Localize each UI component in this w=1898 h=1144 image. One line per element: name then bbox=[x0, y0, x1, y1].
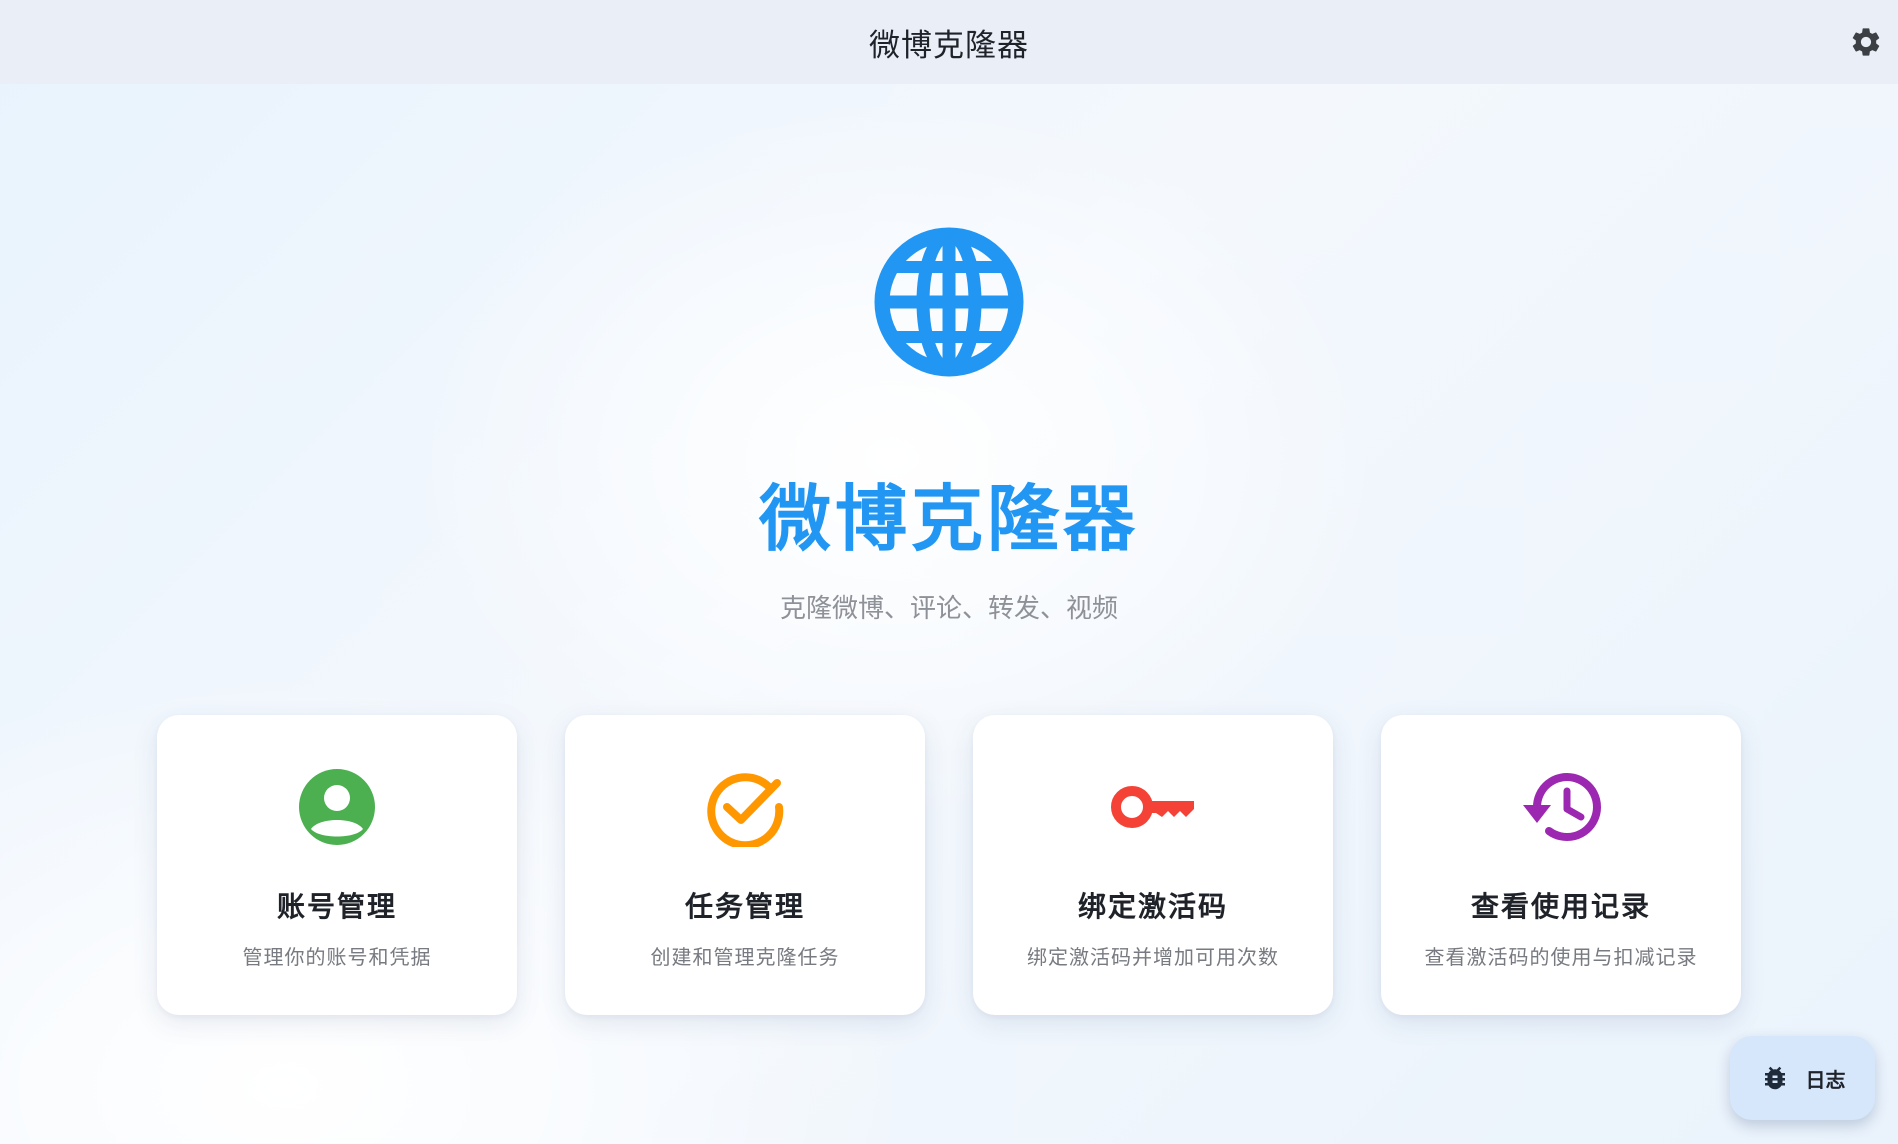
card-title: 账号管理 bbox=[276, 890, 397, 923]
account-management-card[interactable]: 账号管理 管理你的账号和凭据 bbox=[157, 715, 517, 1015]
history-icon bbox=[1517, 763, 1605, 851]
app-title: 微博克隆器 bbox=[869, 27, 1029, 64]
hero-title: 微博克隆器 bbox=[758, 477, 1139, 561]
key-icon bbox=[1109, 763, 1197, 851]
card-title: 任务管理 bbox=[684, 890, 805, 923]
card-description: 管理你的账号和凭据 bbox=[242, 945, 432, 969]
check-circle-icon bbox=[701, 763, 789, 851]
globe-icon bbox=[874, 227, 1024, 377]
card-description: 查看激活码的使用与扣减记录 bbox=[1424, 945, 1698, 969]
card-description: 创建和管理克隆任务 bbox=[650, 945, 840, 969]
task-management-card[interactable]: 任务管理 创建和管理克隆任务 bbox=[565, 715, 925, 1015]
card-title: 绑定激活码 bbox=[1077, 890, 1228, 923]
log-button[interactable]: 日志 bbox=[1730, 1036, 1875, 1120]
hero-subtitle: 克隆微博、评论、转发、视频 bbox=[779, 594, 1118, 624]
settings-button[interactable] bbox=[1844, 20, 1888, 64]
gear-icon bbox=[1852, 28, 1880, 56]
bug-icon bbox=[1764, 1066, 1785, 1090]
usage-history-card[interactable]: 查看使用记录 查看激活码的使用与扣减记录 bbox=[1381, 715, 1741, 1015]
log-button-label: 日志 bbox=[1805, 1067, 1846, 1092]
card-title: 查看使用记录 bbox=[1470, 890, 1651, 923]
bind-activation-card[interactable]: 绑定激活码 绑定激活码并增加可用次数 bbox=[973, 715, 1333, 1015]
app-bar: 微博克隆器 bbox=[0, 0, 1898, 84]
account-circle-icon bbox=[293, 763, 381, 851]
card-description: 绑定激活码并增加可用次数 bbox=[1027, 945, 1279, 969]
